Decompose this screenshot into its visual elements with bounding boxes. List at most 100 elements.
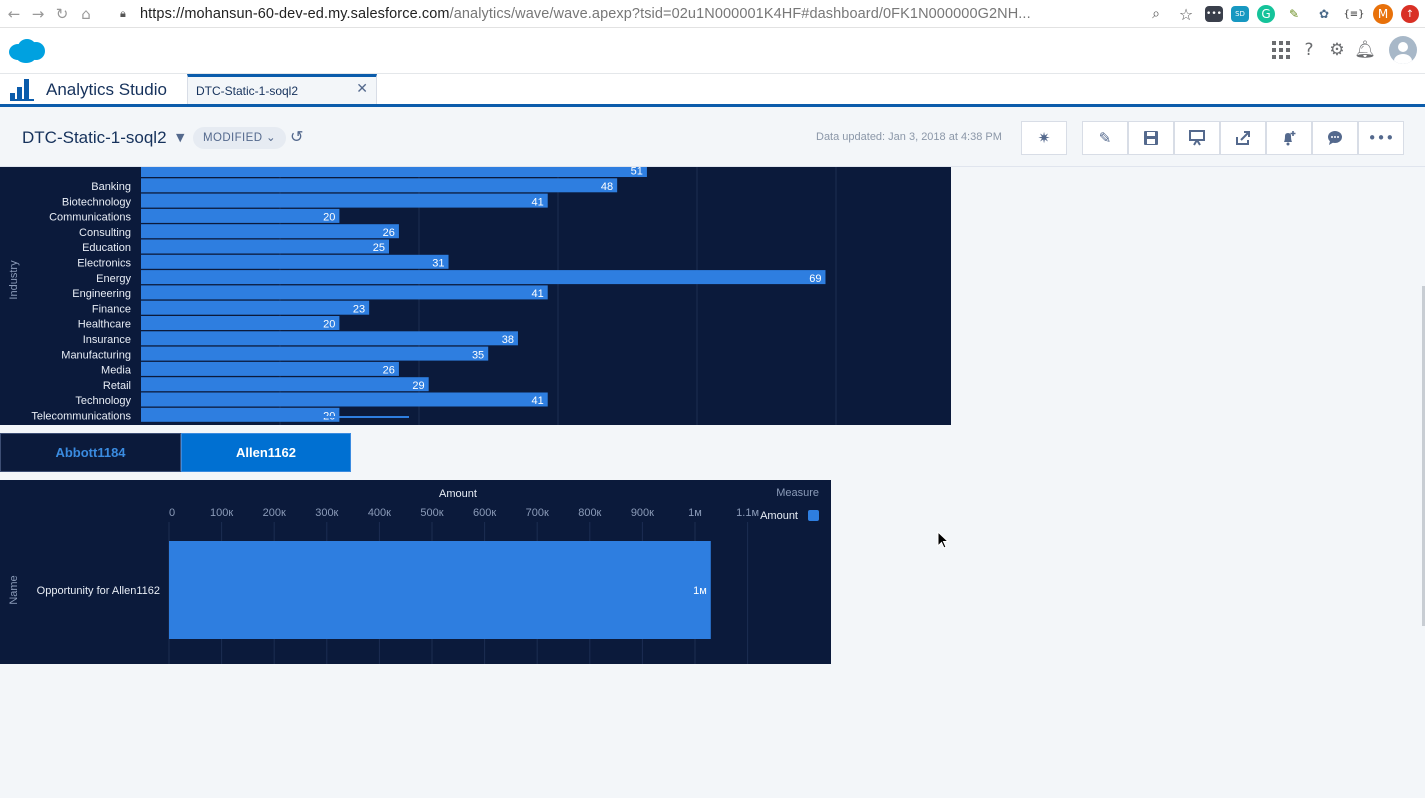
bar xyxy=(141,208,340,223)
comment-button[interactable] xyxy=(1312,121,1358,155)
page-title: DTC-Static-1-soql2 xyxy=(22,128,167,147)
user-avatar[interactable] xyxy=(1389,36,1417,64)
app-tab-bar: Analytics Studio DTC-Static-1-soql2 ✕ xyxy=(0,74,1425,107)
x-tick-label: 300к xyxy=(315,507,338,519)
setup-gear-icon[interactable]: ⚙ xyxy=(1327,36,1347,64)
analytics-bar-chart-icon xyxy=(10,79,34,101)
data-label: 51 xyxy=(631,167,643,178)
industry-bar-chart[interactable]: Industry 51 48 Banking 41 Biotechnology 20 Comm… xyxy=(0,167,951,425)
help-icon[interactable]: ? xyxy=(1299,36,1319,64)
x-tick-label: 1.1м xyxy=(736,507,759,519)
category-label: Education xyxy=(82,242,131,254)
bar xyxy=(141,361,399,376)
x-tick-label: 200к xyxy=(263,507,286,519)
data-label: 41 xyxy=(531,395,543,407)
bar xyxy=(141,167,647,177)
category-label: Telecommunications xyxy=(31,410,131,422)
bar xyxy=(141,316,340,330)
data-label: 31 xyxy=(432,257,444,269)
url-host: https://mohansun-60-dev-ed.my.salesforce… xyxy=(140,5,450,22)
salesforce-logo-icon[interactable] xyxy=(8,38,45,64)
data-label: 20 xyxy=(323,212,335,224)
bell-plus-icon xyxy=(1284,131,1296,146)
chevron-down-icon[interactable]: ▼ xyxy=(176,131,184,144)
toggle-label: Allen1162 xyxy=(236,445,296,460)
save-icon xyxy=(1144,131,1158,145)
extension-json-icon[interactable]: {≡} xyxy=(1343,3,1365,25)
data-label: 48 xyxy=(601,181,613,193)
bar-partial xyxy=(141,416,409,418)
legend-title: Measure xyxy=(776,487,819,499)
bar xyxy=(141,224,399,239)
app-launcher-icon[interactable] xyxy=(1271,36,1291,64)
tab-dashboard[interactable]: DTC-Static-1-soql2 ✕ xyxy=(187,74,377,104)
legend-swatch xyxy=(808,510,819,521)
back-icon[interactable]: ← xyxy=(4,4,24,24)
bookmark-star-icon[interactable]: ☆ xyxy=(1175,3,1197,25)
x-tick-label: 400к xyxy=(368,507,391,519)
share-icon xyxy=(1236,131,1250,145)
category-label: Biotechnology xyxy=(62,196,132,208)
data-updated-text: Data updated: Jan 3, 2018 at 4:38 PM xyxy=(816,131,1002,143)
category-label: Energy xyxy=(96,273,131,285)
extension-key-icon[interactable]: ✎ xyxy=(1283,3,1305,25)
category-label: Engineering xyxy=(72,288,131,300)
category-label: Consulting xyxy=(79,227,131,239)
bar xyxy=(141,300,370,315)
x-axis-title: Amount xyxy=(439,488,477,500)
reload-icon[interactable]: ↻ xyxy=(52,4,72,24)
present-button[interactable] xyxy=(1174,121,1220,155)
status-badge[interactable]: MODIFIED ⌄ xyxy=(193,127,287,149)
data-label: 29 xyxy=(412,380,424,392)
save-button[interactable] xyxy=(1128,121,1174,155)
notify-button[interactable] xyxy=(1266,121,1312,155)
category-label: Technology xyxy=(75,395,131,407)
presentation-icon xyxy=(1189,130,1205,146)
grammarly-icon[interactable]: G xyxy=(1257,5,1275,23)
x-tick-label: 1м xyxy=(688,507,702,519)
sd-badge: SD xyxy=(1235,10,1245,18)
x-tick-label: 500к xyxy=(420,507,443,519)
data-label: 1м xyxy=(693,585,707,597)
address-bar[interactable]: https://mohansun-60-dev-ed.my.salesforce… xyxy=(140,6,1031,22)
data-label: 26 xyxy=(383,365,395,377)
toggle-abbott1184[interactable]: Abbott1184 xyxy=(0,433,181,472)
category-label: Insurance xyxy=(83,334,131,346)
bar xyxy=(141,346,489,361)
category-label: Banking xyxy=(91,181,131,193)
category-label: Healthcare xyxy=(78,319,131,331)
revert-icon[interactable]: ↺ xyxy=(290,127,303,146)
x-tick-label: 800к xyxy=(578,507,601,519)
tab-label: DTC-Static-1-soql2 xyxy=(196,84,299,98)
filter-button[interactable]: ✷ xyxy=(1021,121,1067,155)
close-icon[interactable]: ✕ xyxy=(356,81,368,97)
extension-salesforce-icon[interactable]: SD xyxy=(1231,6,1249,22)
data-label: 41 xyxy=(531,196,543,208)
bar xyxy=(141,239,389,254)
bar xyxy=(141,270,826,285)
toggle-label: Abbott1184 xyxy=(55,445,126,460)
update-icon[interactable]: ↑ xyxy=(1401,5,1419,23)
notifications-bell-icon[interactable]: 🔔︎ xyxy=(1354,36,1376,64)
y-axis-label: Industry xyxy=(8,260,20,300)
category-label: Communications xyxy=(49,212,131,224)
home-icon[interactable]: ⌂ xyxy=(76,4,96,24)
data-label: 35 xyxy=(472,349,484,361)
legend-entry-label: Amount xyxy=(760,510,798,522)
extension-gear-icon[interactable]: ✿ xyxy=(1313,3,1335,25)
edit-button[interactable]: ✎ xyxy=(1082,121,1128,155)
share-button[interactable] xyxy=(1220,121,1266,155)
data-label: 23 xyxy=(353,303,365,315)
extension-terminal-icon[interactable]: ••• xyxy=(1205,6,1223,22)
amount-bar-chart[interactable]: Amount 0 100к 200к 300к 400к 500к 600к 700к 800к 9… xyxy=(0,480,831,664)
bar xyxy=(141,285,548,300)
profile-avatar-icon[interactable]: M xyxy=(1373,4,1393,24)
toggle-allen1162[interactable]: Allen1162 xyxy=(181,433,351,472)
zoom-icon[interactable]: ⌕ xyxy=(1145,3,1167,25)
dashboard-header: DTC-Static-1-soql2 ▼ MODIFIED ⌄ ↺ Data u… xyxy=(0,107,1425,167)
industry-chart-svg: Industry 51 48 Banking 41 Biotechnology 20 Comm… xyxy=(8,167,837,425)
bar xyxy=(141,331,518,346)
more-actions-button[interactable]: ••• xyxy=(1358,121,1404,155)
data-label: 69 xyxy=(809,273,821,285)
forward-icon[interactable]: → xyxy=(28,4,48,24)
